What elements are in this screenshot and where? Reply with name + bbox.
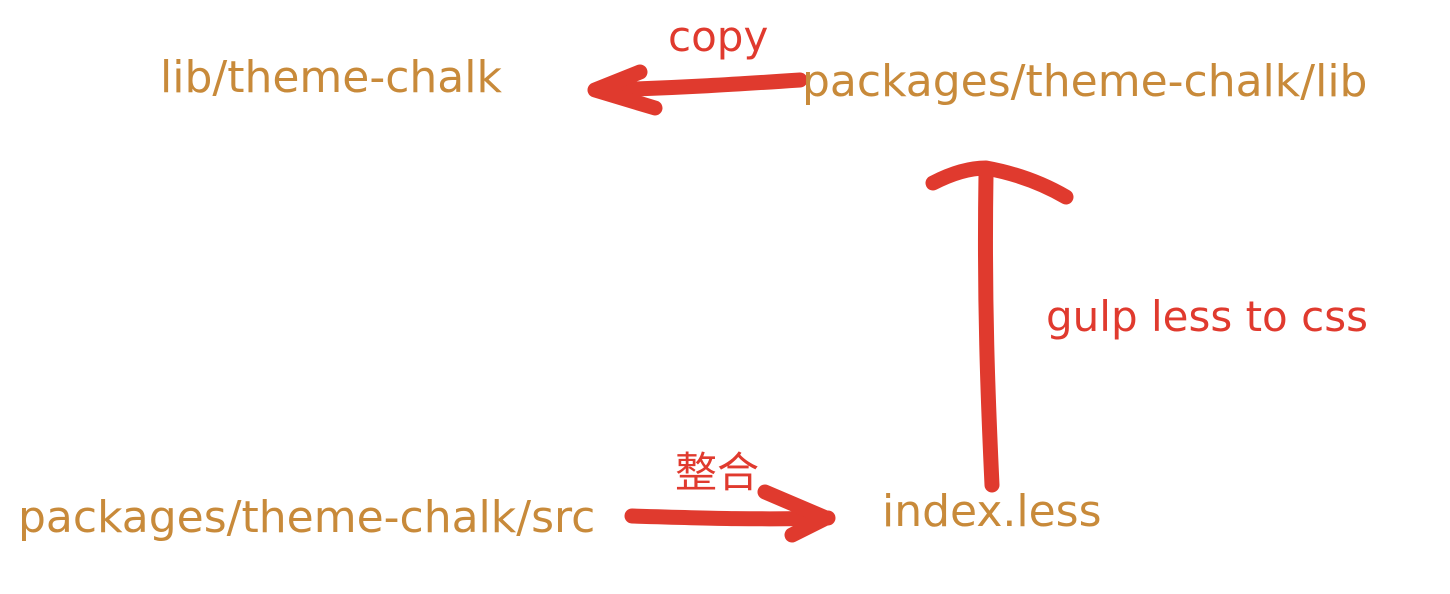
gulp-arrow-head xyxy=(925,160,1074,205)
node-packages-theme-chalk-lib: packages/theme-chalk/lib xyxy=(802,56,1368,107)
edge-label-gulp-less-to-css: gulp less to css xyxy=(1046,292,1368,341)
node-lib-theme-chalk: lib/theme-chalk xyxy=(160,52,502,103)
edge-label-copy: copy xyxy=(668,12,769,61)
node-index-less: index.less xyxy=(882,486,1102,537)
edge-label-merge: 整合 xyxy=(675,448,760,497)
merge-arrow-shaft xyxy=(624,508,836,527)
diagram-canvas: lib/theme-chalk packages/theme-chalk/lib… xyxy=(0,0,1450,594)
copy-arrow xyxy=(587,64,808,116)
gulp-arrow-shaft xyxy=(977,167,1000,493)
node-packages-theme-chalk-src: packages/theme-chalk/src xyxy=(18,492,596,543)
merge-arrow xyxy=(624,484,836,543)
